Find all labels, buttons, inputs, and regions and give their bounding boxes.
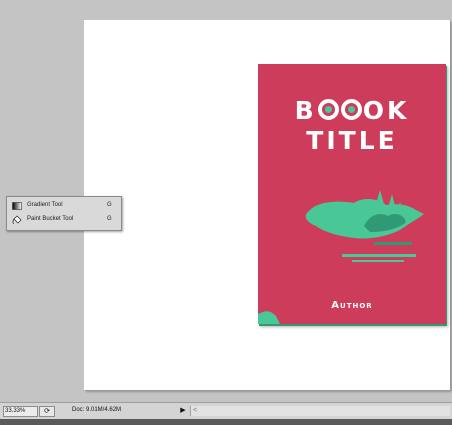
book-title-line-2: TITLE	[306, 126, 398, 155]
book-title-letters-post: OK	[362, 96, 410, 125]
workspace: B OK TITLE Author Gradient Tool G Paint B…	[0, 0, 452, 402]
paint-bucket-tool-item[interactable]: Paint Bucket Tool G	[7, 213, 121, 227]
status-menu-arrow-icon[interactable]: ▶	[178, 406, 188, 416]
paint-bucket-tool-shortcut: G	[107, 216, 112, 222]
status-bar: 33.33% ⟳ Doc: 9.01M/4.62M ▶ <	[0, 402, 452, 425]
zoom-field[interactable]: 33.33%	[3, 406, 38, 417]
gradient-tool-shortcut: G	[107, 202, 112, 208]
gradient-tool-item[interactable]: Gradient Tool G	[7, 199, 121, 213]
book-title-letters-pre: B	[294, 96, 317, 125]
tool-flyout-menu: Gradient Tool G Paint Bucket Tool G	[6, 196, 122, 231]
book-author: Author	[331, 300, 373, 311]
paint-bucket-icon	[12, 215, 22, 225]
paint-bucket-tool-label: Paint Bucket Tool	[27, 216, 74, 222]
taskbar-strip	[0, 419, 452, 425]
horizontal-scrollbar[interactable]: <	[190, 406, 450, 416]
book-title-ring-glyph	[340, 99, 362, 120]
gradient-icon	[12, 202, 22, 210]
book-title-ring-glyph	[317, 99, 339, 120]
book-title-line-1: B OK	[258, 98, 446, 123]
gradient-tool-label: Gradient Tool	[27, 202, 63, 208]
status-info-icon[interactable]: ⟳	[39, 406, 55, 417]
book-cover[interactable]: B OK TITLE Author	[258, 64, 446, 324]
document-size-info: Doc: 9.01M/4.62M	[72, 407, 122, 413]
